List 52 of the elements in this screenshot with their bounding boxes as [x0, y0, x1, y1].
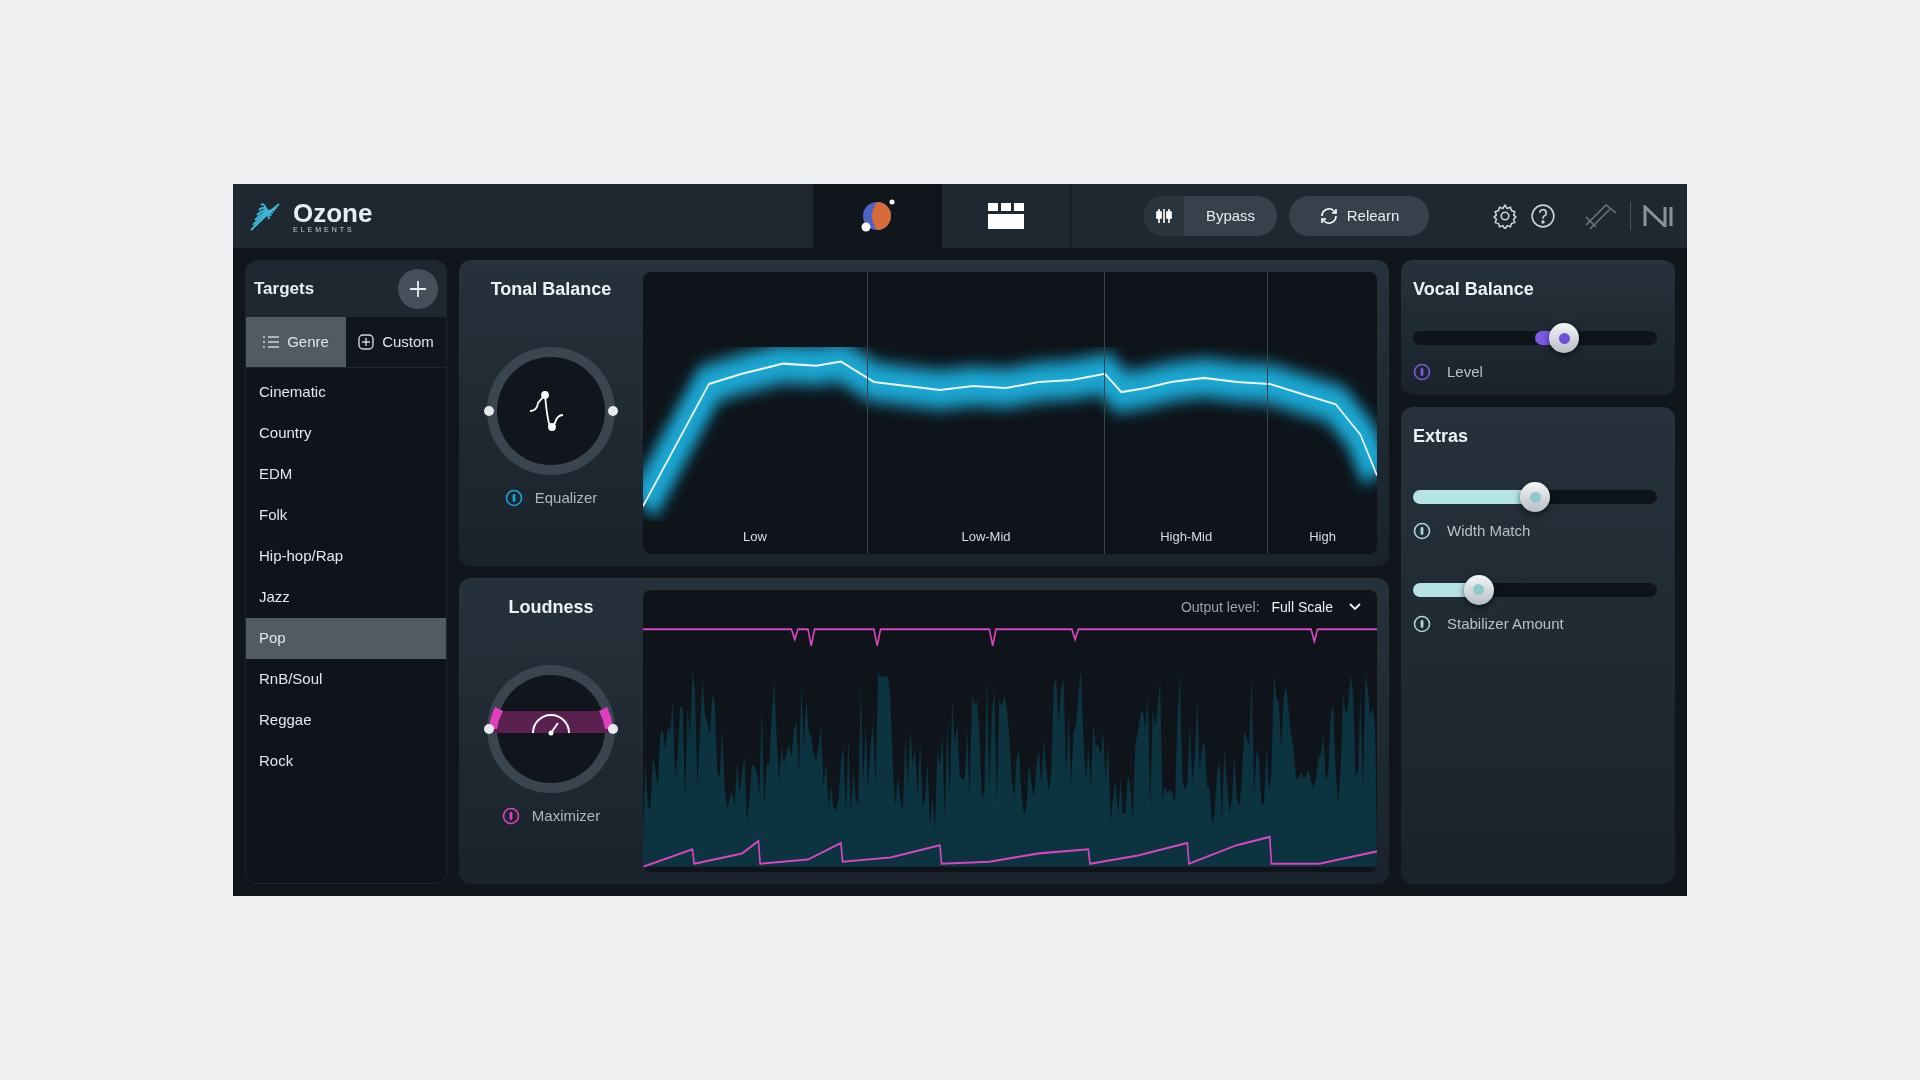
output-level-label: Output level: — [1180, 597, 1260, 617]
settings-icon[interactable] — [1492, 203, 1518, 229]
power-toggle-icon[interactable] — [504, 489, 523, 508]
help-icon[interactable] — [1530, 203, 1556, 229]
slider-thumb[interactable] — [1520, 482, 1550, 512]
bypass-button[interactable]: Bypass — [1144, 196, 1277, 236]
brand-logo-icon — [1643, 205, 1675, 227]
logo-wordmark: Ozone — [293, 199, 373, 226]
panel-title: Extras — [1413, 425, 1470, 448]
panel-title: Targets — [254, 278, 315, 301]
list-icon — [263, 335, 280, 349]
assistant-tab[interactable] — [813, 184, 942, 248]
panel-title: Loudness — [508, 596, 594, 619]
slider-label: Level — [1447, 362, 1483, 382]
slider-label: Width Match — [1447, 521, 1531, 541]
add-button[interactable] — [398, 269, 438, 309]
band-label: High — [1309, 527, 1336, 546]
slider[interactable] — [1413, 482, 1657, 512]
chevron-down-icon — [1349, 603, 1361, 611]
band-label: Low — [743, 527, 767, 546]
plus-icon — [409, 280, 427, 298]
genre-item[interactable]: Folk — [246, 495, 446, 536]
slider-label: Stabilizer Amount — [1447, 613, 1564, 634]
genre-item[interactable]: RnB/Soul — [246, 659, 446, 700]
module-label: Maximizer — [531, 806, 601, 826]
panel-title: Vocal Balance — [1413, 278, 1535, 301]
module-label: Equalizer — [534, 488, 598, 508]
panel-title: Tonal Balance — [490, 278, 612, 301]
genre-item[interactable]: Jazz — [246, 577, 446, 618]
genre-item[interactable]: Cinematic — [246, 372, 446, 413]
sliders-icon — [1155, 207, 1173, 225]
genre-item[interactable]: Hip-hop/Rap — [246, 536, 446, 577]
band-label: Low-Mid — [961, 527, 1011, 546]
power-toggle-icon[interactable] — [501, 807, 520, 826]
genre-item[interactable]: Reggae — [246, 700, 446, 741]
slider[interactable] — [1413, 323, 1657, 353]
grid-icon — [988, 203, 1024, 229]
output-level-dropdown[interactable]: Full Scale — [1271, 596, 1361, 618]
slider-thumb[interactable] — [1549, 323, 1580, 353]
slider-thumb[interactable] — [1463, 574, 1494, 605]
genre-item[interactable]: Pop — [246, 618, 446, 659]
refresh-icon — [1318, 206, 1339, 226]
band-label: High-Mid — [1160, 527, 1213, 546]
slider[interactable] — [1413, 574, 1657, 605]
add-square-icon — [358, 334, 375, 350]
diagonal-lines-icon[interactable] — [1584, 201, 1618, 231]
genre-item[interactable]: Rock — [246, 741, 446, 782]
genre-item[interactable]: Country — [246, 413, 446, 454]
genre-item[interactable]: EDM — [246, 454, 446, 495]
power-toggle-icon[interactable] — [1413, 363, 1431, 382]
target-tab[interactable]: Genre — [246, 317, 346, 367]
relearn-button[interactable]: Relearn — [1289, 196, 1429, 236]
